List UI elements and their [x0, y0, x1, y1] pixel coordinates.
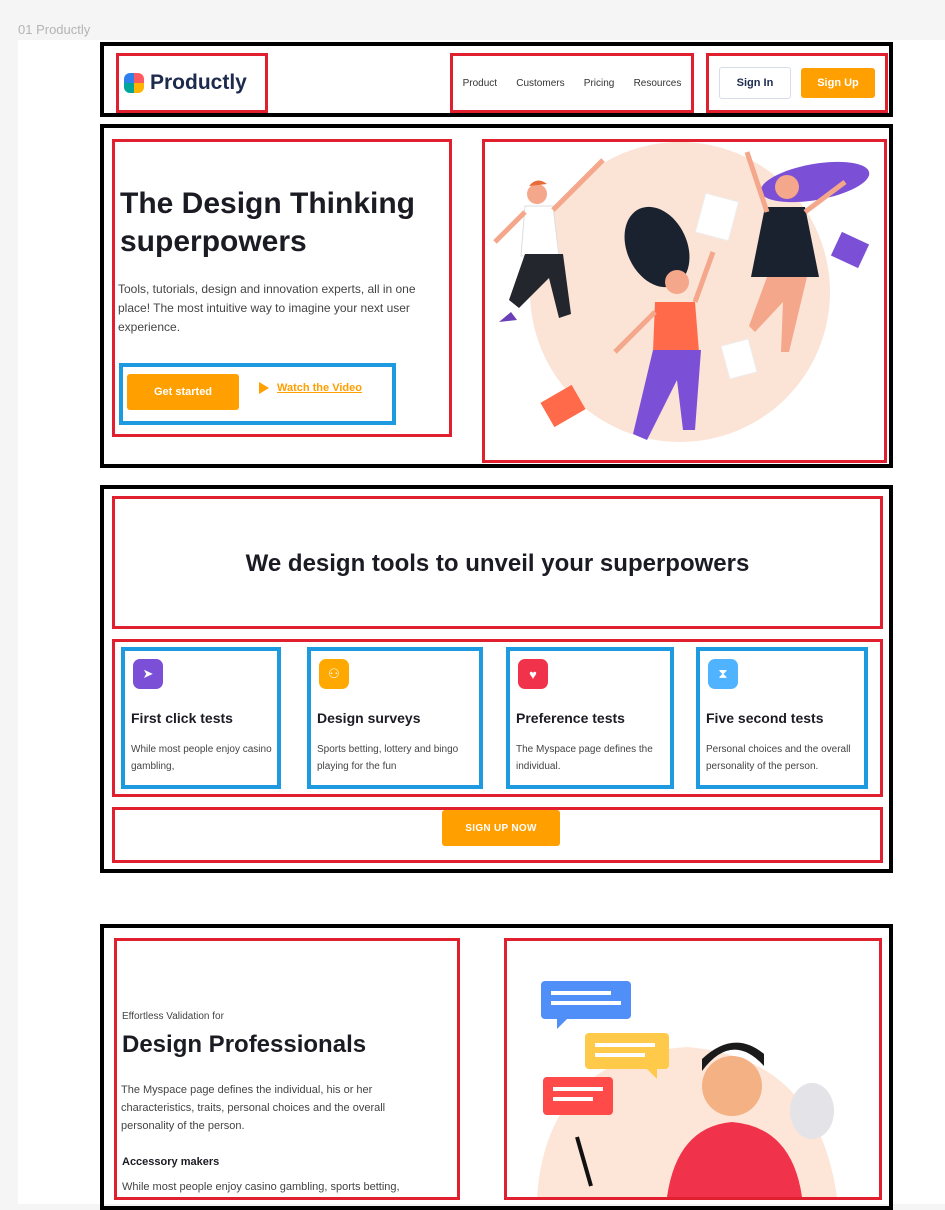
productly-logo-icon — [124, 73, 144, 93]
frame-label: 01 Productly — [18, 22, 91, 37]
hero-description: Tools, tutorials, design and innovation … — [118, 282, 416, 334]
nav-link-resources[interactable]: Resources — [634, 78, 682, 89]
feature-card-title: Five second tests — [706, 710, 824, 726]
validation-title: Design Professionals — [122, 1031, 367, 1058]
feature-card-title: First click tests — [131, 710, 233, 726]
sign-up-button[interactable]: Sign Up — [801, 68, 875, 98]
nav-link-pricing[interactable]: Pricing — [584, 78, 615, 89]
nav-link-customers[interactable]: Customers — [516, 78, 564, 89]
get-started-button[interactable]: Get started — [127, 374, 239, 410]
jumping-people-illustration — [493, 142, 870, 442]
feature-card-preference-tests[interactable]: ♥ Preference tests The Myspace page defi… — [506, 647, 674, 789]
hero-text-block: The Design Thinking superpowers Tools, t… — [112, 139, 452, 437]
feature-card-title: Preference tests — [516, 710, 625, 726]
hero-illustration — [482, 139, 887, 463]
feature-card-text: The Myspace page defines the individual. — [516, 744, 653, 772]
feature-card-first-click[interactable]: ➤ First click tests While most people en… — [121, 647, 281, 789]
feature-card-five-second[interactable]: ⧗ Five second tests Personal choices and… — [696, 647, 868, 789]
heart-icon: ♥ — [518, 659, 548, 689]
nav-links: Product Customers Pricing Resources — [450, 53, 694, 113]
watch-video-link[interactable]: Watch the Video — [259, 382, 362, 394]
watch-video-label: Watch the Video — [277, 382, 362, 394]
sign-up-now-button[interactable]: SIGN UP NOW — [442, 810, 560, 846]
validation-section: Effortless Validation for Design Profess… — [100, 924, 893, 1210]
feature-card-text: Sports betting, lottery and bingo playin… — [317, 744, 459, 772]
accessory-makers-text: While most people enjoy casino gambling,… — [122, 1181, 400, 1193]
feature-card-text: Personal choices and the overall persona… — [706, 744, 851, 772]
hourglass-icon: ⧗ — [708, 659, 738, 689]
signup-cta-row: SIGN UP NOW — [112, 807, 883, 863]
validation-text-block: Effortless Validation for Design Profess… — [114, 938, 460, 1200]
chat-person-illustration — [537, 981, 837, 1197]
survey-icon: ⚇ — [319, 659, 349, 689]
feature-cards-row: ➤ First click tests While most people en… — [112, 639, 883, 797]
validation-eyebrow: Effortless Validation for — [122, 1011, 224, 1022]
auth-buttons: Sign In Sign Up — [706, 53, 888, 113]
features-title: We design tools to unveil your superpowe… — [245, 550, 750, 577]
accessory-makers-title: Accessory makers — [122, 1156, 220, 1168]
hero-section: The Design Thinking superpowers Tools, t… — [100, 124, 893, 468]
feature-card-title: Design surveys — [317, 710, 421, 726]
artboard: Productly Product Customers Pricing Reso… — [18, 40, 945, 1210]
play-icon — [259, 382, 269, 394]
feature-card-design-surveys[interactable]: ⚇ Design surveys Sports betting, lottery… — [307, 647, 483, 789]
validation-description: The Myspace page defines the individual,… — [121, 1084, 386, 1132]
validation-illustration — [504, 938, 882, 1200]
logo[interactable]: Productly — [116, 53, 268, 113]
navbar-section: Productly Product Customers Pricing Reso… — [100, 42, 893, 117]
features-section: We design tools to unveil your superpowe… — [100, 485, 893, 873]
cursor-icon: ➤ — [133, 659, 163, 689]
hero-cta-group: Get started Watch the Video — [119, 363, 396, 425]
logo-text: Productly — [150, 71, 247, 94]
hero-title: The Design Thinking superpowers — [120, 187, 416, 258]
nav-link-product[interactable]: Product — [463, 78, 497, 89]
sign-in-button[interactable]: Sign In — [719, 67, 791, 99]
features-heading-block: We design tools to unveil your superpowe… — [112, 496, 883, 629]
feature-card-text: While most people enjoy casino gambling, — [131, 744, 272, 772]
